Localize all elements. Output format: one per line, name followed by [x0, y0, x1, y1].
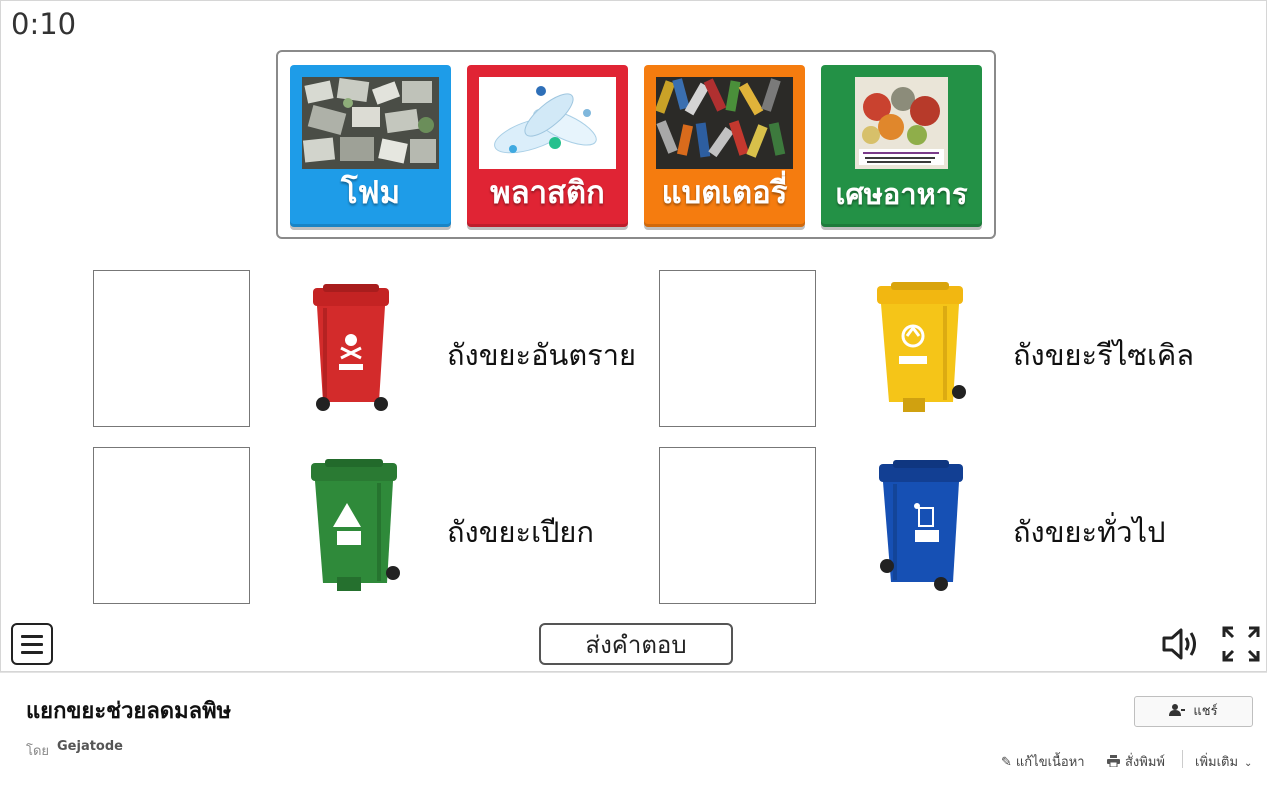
batteries-image — [656, 77, 793, 169]
share-button[interactable]: แชร์ — [1134, 696, 1253, 727]
hazardous-bin-icon — [309, 284, 393, 420]
wet-waste-bin-icon — [307, 459, 401, 599]
edit-label: แก้ไขเนื้อหา — [1015, 755, 1085, 770]
bin-label-recycle: ถังขยะรีไซเคิล — [1013, 338, 1195, 372]
by-label: โดย — [26, 744, 50, 759]
bin-label-general: ถังขยะทั่วไป — [1013, 515, 1166, 549]
print-link[interactable]: สั่งพิมพ์ — [1107, 751, 1165, 772]
hamburger-menu-icon[interactable] — [11, 623, 53, 665]
drop-zone-hazardous[interactable] — [93, 270, 250, 427]
bin-label-wet: ถังขยะเปียก — [447, 515, 594, 549]
card-label: แบตเตอรี่ — [661, 175, 788, 211]
card-label: โฟม — [340, 175, 401, 211]
activity-title: แยกขยะช่วยลดมลพิษ — [26, 699, 232, 724]
more-dropdown[interactable]: เพิ่มเติม ⌄ — [1195, 751, 1252, 772]
edit-content-link[interactable]: ✎ แก้ไขเนื้อหา — [1001, 751, 1085, 772]
printer-icon — [1107, 755, 1120, 768]
drop-zone-general[interactable] — [659, 447, 816, 604]
card-label: พลาสติก — [490, 175, 605, 211]
activity-footer: แยกขยะช่วยลดมลพิษ โดย Gejatode แชร์ ✎ แก้… — [0, 672, 1267, 799]
drop-zone-recycle[interactable] — [659, 270, 816, 427]
pencil-icon: ✎ — [1001, 755, 1012, 770]
submit-answer-button[interactable]: ส่งคำตอบ — [539, 623, 733, 665]
food-waste-image — [855, 77, 948, 169]
plastic-bottles-image — [479, 77, 616, 169]
general-waste-bin-icon — [875, 460, 967, 596]
card-food-waste[interactable]: เศษอาหาร — [821, 65, 982, 227]
card-foam[interactable]: โฟม — [290, 65, 451, 227]
divider — [1182, 750, 1183, 768]
foam-image — [302, 77, 439, 169]
share-label: แชร์ — [1193, 704, 1218, 719]
fullscreen-icon[interactable] — [1221, 625, 1261, 663]
card-tray: โฟม พลาสติก แบตเตอรี่ เศษอาหาร — [276, 50, 996, 239]
recycle-bin-icon — [873, 282, 967, 422]
card-label: เศษอาหาร — [835, 177, 968, 211]
game-stage: 0:10 โฟม พลาสติก แบตเตอรี่ เศษอาหาร ถังข… — [0, 0, 1267, 672]
bin-label-hazardous: ถังขยะอันตราย — [447, 338, 637, 372]
card-plastic[interactable]: พลาสติก — [467, 65, 628, 227]
speaker-icon[interactable] — [1161, 625, 1201, 663]
timer: 0:10 — [11, 7, 77, 41]
user-icon — [1169, 704, 1186, 716]
chevron-down-icon: ⌄ — [1244, 758, 1253, 769]
card-battery[interactable]: แบตเตอรี่ — [644, 65, 805, 227]
more-label: เพิ่มเติม — [1195, 755, 1239, 770]
drop-zone-wet[interactable] — [93, 447, 250, 604]
author-link[interactable]: Gejatode — [57, 739, 123, 754]
print-label: สั่งพิมพ์ — [1125, 755, 1165, 770]
